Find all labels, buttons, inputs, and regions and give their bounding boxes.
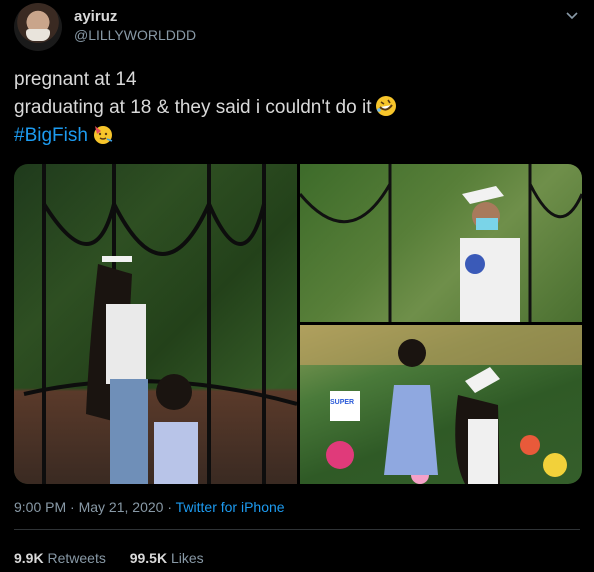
divider — [14, 529, 580, 530]
graduate-and-child-at-gate-photo[interactable] — [14, 164, 297, 484]
tweet-date[interactable]: May 21, 2020 — [79, 499, 164, 515]
likes-count: 99.5K — [129, 550, 168, 566]
author-handle[interactable]: @LILLYWORLDDD — [74, 27, 196, 43]
likes-label: Likes — [170, 550, 204, 566]
tweet-line-3: #BigFish — [14, 122, 580, 150]
graduate-and-child-in-garden-photo[interactable]: SUPER — [300, 325, 582, 484]
avatar[interactable] — [14, 3, 62, 51]
meta-separator-2: · — [163, 499, 176, 515]
meta-separator-1: · — [66, 499, 79, 515]
super-sign-text: SUPER — [330, 399, 355, 406]
hashtag-link[interactable]: #BigFish — [14, 125, 88, 146]
media-grid: SUPER — [14, 164, 582, 484]
tweet-time[interactable]: 9:00 PM — [14, 499, 66, 515]
rolling-on-floor-laughing-emoji-icon — [376, 96, 397, 116]
tweet-text: pregnant at 14 graduating at 18 & they s… — [14, 66, 580, 150]
face-mask-graphic — [26, 29, 50, 41]
likes-stat[interactable]: 99.5K Likes — [130, 550, 204, 566]
tweet-line-2: graduating at 18 & they said i couldn't … — [14, 94, 580, 122]
tweet-stats: 9.9K Retweets 99.5K Likes — [14, 550, 224, 566]
retweets-count: 9.9K — [14, 550, 44, 566]
chevron-down-icon[interactable] — [564, 7, 580, 23]
author-name[interactable]: ayiruz — [74, 8, 117, 25]
retweets-label: Retweets — [47, 550, 106, 566]
tweet-line-2-text: graduating at 18 & they said i couldn't … — [14, 97, 372, 118]
iron-gate-graphic-2 — [300, 164, 582, 322]
iron-gate-graphic — [23, 164, 297, 484]
partying-face-emoji-icon — [93, 126, 113, 144]
retweets-stat[interactable]: 9.9K Retweets — [14, 550, 106, 566]
graduate-with-mask-photo[interactable] — [300, 164, 582, 322]
tweet-line-1: pregnant at 14 — [14, 69, 137, 90]
tweet-meta: 9:00 PM · May 21, 2020 · Twitter for iPh… — [14, 499, 285, 515]
tweet-source-link[interactable]: Twitter for iPhone — [176, 499, 285, 515]
